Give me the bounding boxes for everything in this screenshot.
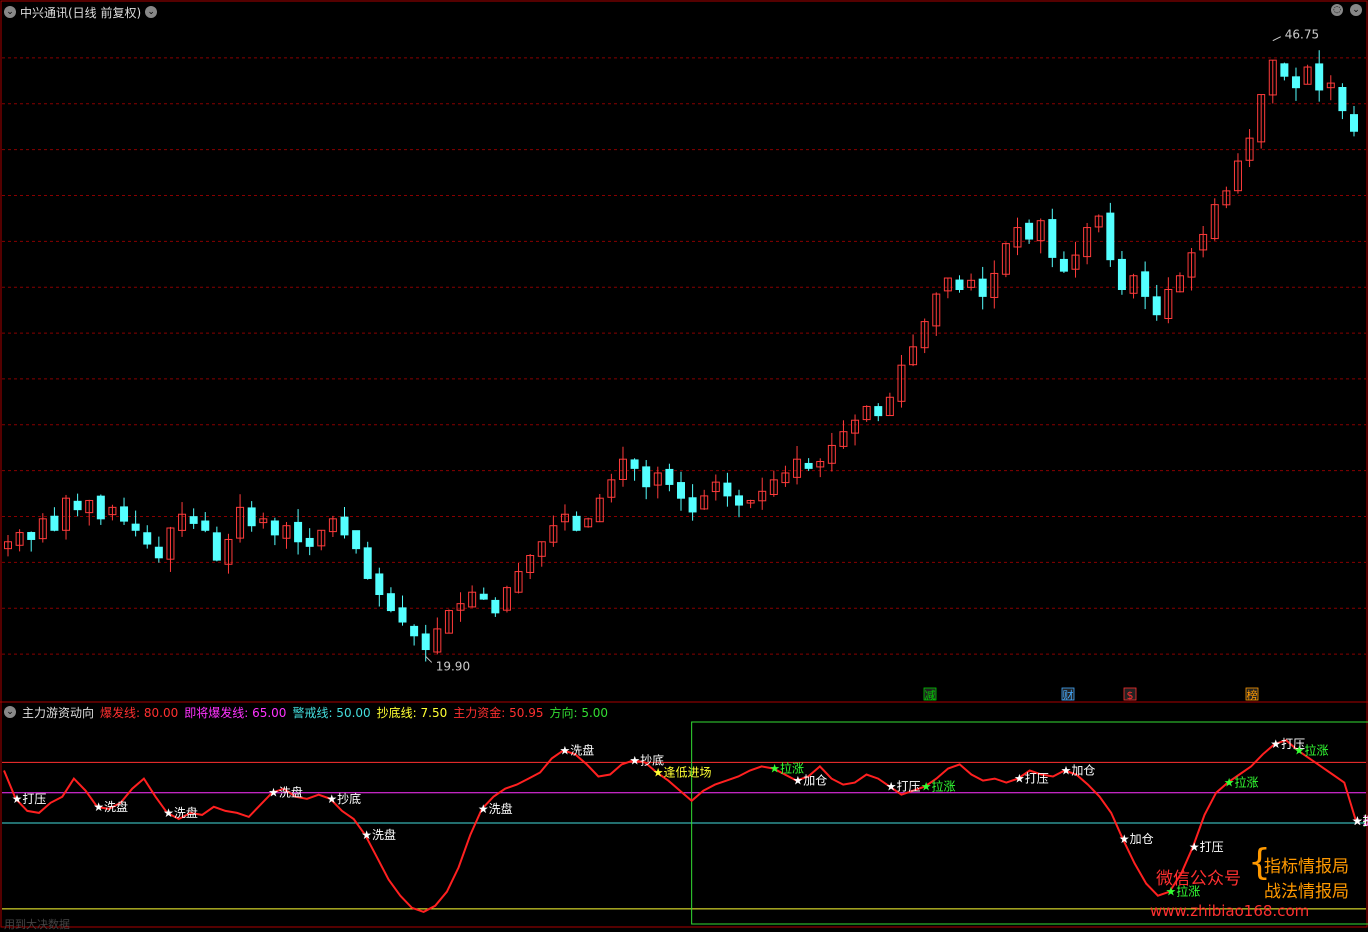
candle-body	[410, 625, 419, 637]
signal-label: ★洗盘	[268, 785, 303, 800]
signal-label: ★拉涨	[1224, 775, 1259, 790]
candle-body	[305, 537, 314, 547]
candle-body	[96, 495, 105, 520]
param-direction: 方向: 5.00	[549, 705, 609, 720]
param-near-burst-line: 即将爆发线: 65.00	[184, 705, 287, 720]
candle-body	[247, 507, 256, 527]
candle-body	[398, 607, 407, 623]
candle-body	[143, 532, 152, 545]
candle-body	[874, 406, 883, 417]
candle-body	[120, 506, 129, 522]
param-warning-line: 警戒线: 50.00	[292, 705, 371, 720]
indicator-name: 主力游资动向	[22, 705, 95, 720]
candle-body	[340, 516, 349, 536]
signal-label: ★加仓	[1119, 832, 1154, 846]
candle-body	[479, 593, 488, 600]
candle-body	[1106, 212, 1115, 261]
signal-label: ★打压	[886, 780, 921, 794]
candle-body	[723, 482, 732, 497]
candle-body	[294, 521, 303, 543]
high-marker	[1272, 36, 1281, 42]
candle-body	[154, 546, 163, 559]
watermark-brand-b: 战法情报局	[1264, 882, 1349, 902]
signal-label: ★洗盘	[163, 805, 198, 820]
candle-body	[804, 462, 813, 469]
signal-label: ★逢低进场	[653, 766, 712, 780]
signal-label: ★洗盘	[478, 801, 513, 816]
candle-body	[1048, 219, 1057, 258]
signal-label: ★加仓	[1061, 763, 1096, 777]
candle-body	[677, 482, 685, 499]
candle-body	[1350, 114, 1358, 132]
watermark-site: www.zhibiao168.com	[1150, 902, 1310, 920]
indicator-collapse-icon[interactable]: ⌄	[4, 706, 16, 718]
signal-label: ★加仓	[793, 774, 828, 788]
candle-body	[572, 515, 581, 531]
candle-body	[50, 515, 59, 531]
low-marker	[425, 656, 433, 663]
signal-label: ★打压	[1189, 840, 1224, 854]
candle-body	[1059, 258, 1068, 272]
low-price-label: 19.90	[436, 659, 470, 673]
signal-label: ★抄底	[326, 791, 361, 806]
signal-label: ★打压	[1352, 814, 1368, 828]
candle-body	[1291, 76, 1300, 89]
candle-body	[363, 547, 372, 579]
candle-body	[1141, 271, 1150, 297]
event-tag: $	[1127, 689, 1134, 702]
param-bottom-line: 抄底线: 7.50	[376, 705, 448, 720]
candle-body	[630, 459, 639, 469]
signal-label: ★洗盘	[361, 827, 396, 842]
candle-body	[73, 500, 82, 511]
candle-body	[955, 279, 964, 290]
signal-label: ★拉涨	[1294, 742, 1329, 757]
watermark-bottom: 用到大决数据	[4, 918, 70, 931]
candle-body	[665, 468, 674, 485]
restore-icon[interactable]: ◌	[1331, 4, 1343, 16]
candle-body	[352, 530, 361, 550]
candle-body	[491, 599, 500, 614]
candle-body	[212, 532, 221, 561]
chart-title-bar: ⌄ 中兴通讯(日线 前复权) ⌄	[4, 3, 158, 21]
candle-body	[978, 278, 987, 297]
candle-body	[735, 495, 744, 506]
candle-body	[1117, 258, 1126, 290]
candle-body	[386, 593, 395, 612]
event-tag: 榜	[1247, 688, 1258, 702]
candle-body	[688, 497, 697, 513]
candle-body	[642, 466, 651, 488]
candle-body	[131, 523, 140, 531]
signal-label: ★打压	[1014, 772, 1049, 786]
signal-label: ★洗盘	[559, 742, 594, 757]
chart-canvas: 46.7519.90减财 $ 榜★打压★洗盘 ★洗盘★洗盘 ★抄底★洗盘★洗盘★洗盘★抄…	[0, 0, 1368, 928]
dropdown-chevron-icon[interactable]: ⌄	[145, 6, 158, 18]
param-burst-line: 爆发线: 80.00	[100, 705, 179, 720]
event-tag: 财	[1063, 688, 1074, 702]
candle-body	[1025, 222, 1034, 240]
watermark-brand-a: 指标情报局	[1264, 857, 1349, 877]
candle-body	[1152, 296, 1161, 316]
chart-title: 中兴通讯(日线 前复权)	[20, 5, 142, 20]
candle-body	[1280, 63, 1289, 77]
collapse-chevron-icon[interactable]: ⌄	[4, 6, 16, 18]
watermark-wechat: 微信公众号	[1156, 869, 1241, 889]
high-price-label: 46.75	[1285, 28, 1319, 42]
candle-body	[1338, 87, 1347, 112]
candle-body	[1315, 63, 1324, 91]
candle-body	[27, 532, 36, 540]
candle-body	[421, 633, 430, 651]
signal-label: ★打压	[12, 792, 47, 806]
candle-body	[201, 520, 210, 531]
signal-label: ★拉涨	[921, 779, 956, 794]
event-tag: 减	[925, 689, 936, 702]
indicator-bar: ⌄ 主力游资动向 爆发线: 80.00 即将爆发线: 65.00 警戒线: 50…	[4, 704, 608, 720]
candle-body	[375, 573, 384, 596]
candle-body	[270, 520, 279, 536]
signal-label: ★洗盘	[93, 799, 128, 814]
param-main-fund: 主力资金: 50.95	[453, 705, 544, 720]
dropdown-chevron-icon[interactable]: ⌄	[1350, 4, 1362, 16]
candle-body	[189, 516, 198, 524]
panel-border	[0, 0, 1368, 928]
